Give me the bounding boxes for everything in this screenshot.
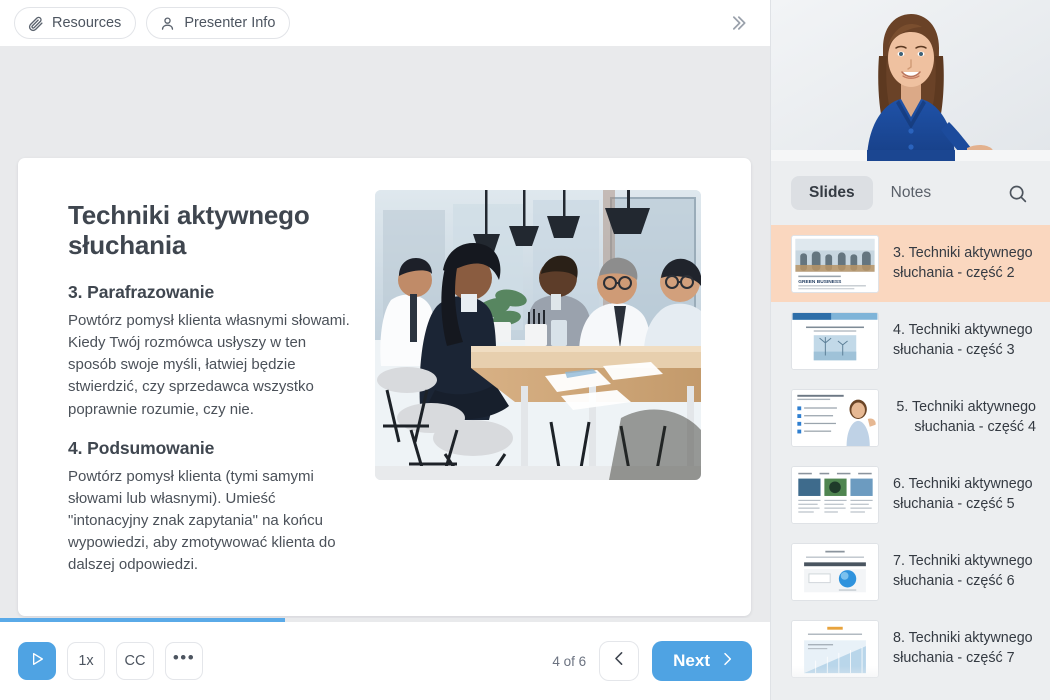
slide-label-line1: 3. Techniki aktywnego bbox=[893, 244, 1033, 261]
next-label: Next bbox=[673, 651, 710, 670]
top-toolbar: Resources Presenter Info bbox=[0, 0, 770, 46]
slide-thumbnail bbox=[791, 465, 879, 524]
slide-card: Techniki aktywnego słuchania 3. Parafraz… bbox=[18, 158, 751, 616]
slide-section-heading-1: 3. Parafrazowanie bbox=[68, 282, 215, 303]
slide-list-label: 4. Techniki aktywnego słuchania - część … bbox=[893, 321, 1033, 360]
slide-section-heading-2: 4. Podsumowanie bbox=[68, 437, 215, 458]
slide-label-line2: słuchania - część 4 bbox=[914, 418, 1036, 435]
sidebar: Slides Notes GREEN BUSINESS 3. Techniki … bbox=[770, 0, 1050, 700]
slide-list-label: 3. Techniki aktywnego słuchania - część … bbox=[893, 244, 1033, 283]
slide-thumbnail bbox=[791, 619, 879, 678]
page-counter: 4 of 6 bbox=[552, 653, 587, 669]
slide-list-label: 8. Techniki aktywnego słuchania - część … bbox=[893, 629, 1033, 668]
slide-section-body-2: Powtórz pomysł klienta (tymi samymi słow… bbox=[68, 467, 336, 573]
tab-slides[interactable]: Slides bbox=[791, 176, 873, 210]
play-triangle-icon bbox=[29, 651, 45, 671]
slide-label-line2: słuchania - część 2 bbox=[893, 264, 1015, 281]
slide-thumbnail bbox=[791, 542, 879, 601]
slide-thumbnail bbox=[791, 388, 879, 447]
list-item[interactable]: 7. Techniki aktywnego słuchania - część … bbox=[771, 533, 1050, 610]
slide-label-line2: słuchania - część 7 bbox=[893, 649, 1015, 666]
progress-fill bbox=[0, 618, 285, 622]
player-toolbar: 1x CC ••• 4 of 6 Next bbox=[0, 618, 770, 700]
list-item[interactable]: 5. Techniki aktywnego słuchania - część … bbox=[771, 379, 1050, 456]
main-panel: Resources Presenter Info Techniki aktywn… bbox=[0, 0, 770, 700]
list-item[interactable]: 6. Techniki aktywnego słuchania - część … bbox=[771, 456, 1050, 533]
previous-slide-button[interactable] bbox=[599, 641, 640, 681]
slide-text-column: Techniki aktywnego słuchania 3. Parafraz… bbox=[68, 188, 353, 616]
chevron-right-icon bbox=[719, 651, 735, 672]
chevron-left-icon bbox=[611, 650, 628, 672]
slide-label-line1: 6. Techniki aktywnego bbox=[893, 475, 1033, 492]
slide-title: Techniki aktywnego słuchania bbox=[68, 200, 310, 261]
slide-list-label: 5. Techniki aktywnego słuchania - część … bbox=[893, 398, 1036, 437]
slide-list[interactable]: GREEN BUSINESS 3. Techniki aktywnego słu… bbox=[771, 225, 1050, 700]
svg-text:GREEN BUSINESS: GREEN BUSINESS bbox=[798, 278, 842, 284]
resources-button[interactable]: Resources bbox=[14, 7, 137, 39]
slide-label-line2: słuchania - część 5 bbox=[893, 495, 1015, 512]
play-button[interactable] bbox=[18, 642, 56, 680]
slide-label-line1: 4. Techniki aktywnego bbox=[893, 321, 1033, 338]
slide-label-line1: 8. Techniki aktywnego bbox=[893, 629, 1033, 646]
slide-photo bbox=[375, 190, 701, 480]
slide-thumbnail bbox=[791, 311, 879, 370]
sidebar-tabs: Slides Notes bbox=[771, 161, 1050, 225]
resources-label: Resources bbox=[52, 15, 122, 31]
more-options-button[interactable]: ••• bbox=[165, 642, 203, 680]
presentation-player: Resources Presenter Info Techniki aktywn… bbox=[0, 0, 1050, 700]
slide-label-line2: słuchania - część 6 bbox=[893, 572, 1015, 589]
slide-section-body-1: Powtórz pomysł klienta własnymi słowami.… bbox=[68, 312, 350, 418]
slide-stage: Techniki aktywnego słuchania 3. Parafraz… bbox=[0, 46, 770, 622]
playback-speed-button[interactable]: 1x bbox=[67, 642, 105, 680]
closed-captions-button[interactable]: CC bbox=[116, 642, 154, 680]
slide-label-line1: 5. Techniki aktywnego bbox=[896, 398, 1036, 415]
list-item[interactable]: 4. Techniki aktywnego słuchania - część … bbox=[771, 302, 1050, 379]
slide-list-label: 6. Techniki aktywnego słuchania - część … bbox=[893, 475, 1033, 514]
slide-thumbnail: GREEN BUSINESS bbox=[791, 234, 879, 293]
chevron-double-right-icon[interactable] bbox=[724, 9, 752, 37]
slide-list-label: 7. Techniki aktywnego słuchania - część … bbox=[893, 552, 1033, 591]
slide-label-line1: 7. Techniki aktywnego bbox=[893, 552, 1033, 569]
next-slide-button[interactable]: Next bbox=[652, 641, 752, 681]
presenter-info-label: Presenter Info bbox=[184, 15, 276, 31]
list-item[interactable]: GREEN BUSINESS 3. Techniki aktywnego słu… bbox=[771, 225, 1050, 302]
search-icon[interactable] bbox=[1002, 178, 1032, 208]
list-item[interactable]: 8. Techniki aktywnego słuchania - część … bbox=[771, 610, 1050, 687]
paperclip-icon bbox=[27, 15, 44, 32]
progress-bar[interactable] bbox=[0, 618, 770, 622]
presenter-info-button[interactable]: Presenter Info bbox=[146, 7, 291, 39]
slide-label-line2: słuchania - część 3 bbox=[893, 341, 1015, 358]
tab-notes[interactable]: Notes bbox=[873, 176, 950, 210]
person-icon bbox=[159, 15, 176, 32]
presenter-video[interactable] bbox=[771, 0, 1050, 161]
